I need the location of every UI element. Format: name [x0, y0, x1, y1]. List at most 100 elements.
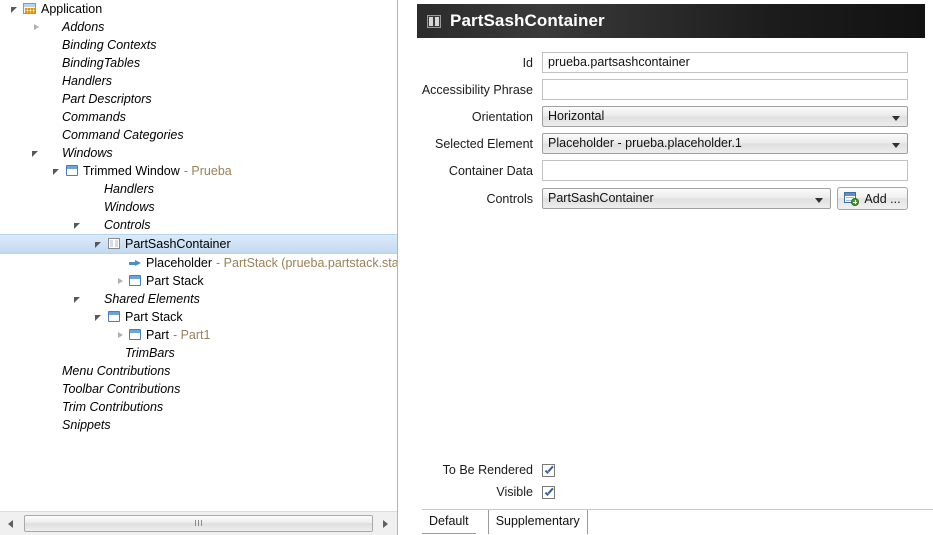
tree-item[interactable]: Part Stack [0, 308, 397, 326]
container-data-input[interactable] [542, 160, 908, 181]
tab-supplementary[interactable]: Supplementary [487, 510, 588, 534]
tab-label: Supplementary [495, 514, 580, 528]
tree-horizontal-scrollbar[interactable] [0, 511, 397, 535]
tree-icon-spacer [106, 344, 123, 362]
tree-item-label: BindingTables [62, 56, 141, 70]
tree-scroll-area[interactable]: Application Addons Binding Contexts Binding… [0, 0, 397, 510]
expand-arrow-icon[interactable] [72, 290, 85, 308]
controls-label: Controls [486, 191, 533, 206]
twist-spacer [30, 126, 43, 144]
twist-spacer [30, 416, 43, 434]
collapse-arrow-icon[interactable] [114, 272, 127, 290]
tree-item-label: TrimBars [125, 346, 175, 360]
add-button[interactable]: Add ... [837, 187, 908, 210]
tree-item[interactable]: Snippets [0, 416, 397, 434]
selected-element-label: Selected Element [435, 136, 533, 151]
add-button-label: Add ... [864, 191, 901, 206]
sash-container-icon [427, 14, 441, 28]
tree-item-label: Controls [104, 218, 151, 232]
tree-icon-spacer [43, 54, 60, 72]
tree-item-sublabel: - Part1 [172, 328, 211, 342]
scrollbar-thumb[interactable] [24, 515, 373, 532]
tree-item-label: Command Categories [62, 128, 184, 142]
tree-icon-spacer [43, 416, 60, 434]
controls-dropdown[interactable]: PartSashContainer [542, 188, 831, 209]
tree-item[interactable]: Command Categories [0, 126, 397, 144]
expand-arrow-icon[interactable] [30, 144, 43, 162]
tree-item-label: Trimmed Window [83, 164, 180, 178]
placeholder-arrow-icon [127, 254, 144, 272]
tree-item-label: Part Descriptors [62, 92, 152, 106]
visible-checkbox[interactable] [542, 485, 555, 499]
tree-item[interactable]: Application [0, 0, 397, 18]
tree-item[interactable]: Controls [0, 216, 397, 234]
tree-item-label: Handlers [62, 74, 113, 88]
tree-item[interactable]: Commands [0, 108, 397, 126]
app-root: Application Addons Binding Contexts Binding… [0, 0, 933, 535]
tree-icon-spacer [43, 18, 60, 36]
tree-icon-spacer [43, 398, 60, 416]
tab-default[interactable]: Default [422, 510, 476, 534]
tree-item[interactable]: Placeholder - PartStack (prueba.partstack… [0, 254, 397, 272]
twist-spacer [93, 344, 106, 362]
tree-item[interactable]: PartSashContainer [0, 234, 397, 254]
twist-spacer [30, 362, 43, 380]
tree-item[interactable]: Trim Contributions [0, 398, 397, 416]
tree-item[interactable]: BindingTables [0, 54, 397, 72]
scroll-left-arrow-icon[interactable] [0, 513, 22, 535]
twist-spacer [30, 380, 43, 398]
accessibility-phrase-input[interactable] [542, 79, 908, 100]
field-row-to-be-rendered: To Be Rendered [417, 463, 925, 477]
tree-item-label: Part Stack [146, 274, 204, 288]
tree-item[interactable]: Windows [0, 198, 397, 216]
id-input[interactable]: prueba.partsashcontainer [542, 52, 908, 73]
tree-icon-spacer [85, 216, 102, 234]
tree-item-label: Trim Contributions [62, 400, 164, 414]
container-data-label: Container Data [448, 163, 533, 178]
orientation-label: Orientation [471, 109, 533, 124]
tree-item[interactable]: Handlers [0, 72, 397, 90]
tree-item[interactable]: Shared Elements [0, 290, 397, 308]
tree-item[interactable]: Menu Contributions [0, 362, 397, 380]
orientation-dropdown[interactable]: Horizontal [542, 106, 908, 127]
tree-item[interactable]: Part - Part1 [0, 326, 397, 344]
tree-item[interactable]: Toolbar Contributions [0, 380, 397, 398]
collapse-arrow-icon[interactable] [30, 18, 43, 36]
expand-arrow-icon[interactable] [93, 235, 106, 253]
tree-item-label: Snippets [62, 418, 111, 432]
to-be-rendered-checkbox[interactable] [542, 463, 555, 477]
tree-icon-spacer [43, 144, 60, 162]
tree-icon-spacer [43, 362, 60, 380]
expand-arrow-icon[interactable] [72, 216, 85, 234]
tree-item[interactable]: Binding Contexts [0, 36, 397, 54]
twist-spacer [30, 398, 43, 416]
tree-item-label: Shared Elements [104, 292, 200, 306]
expand-arrow-icon[interactable] [9, 0, 22, 18]
scroll-right-arrow-icon[interactable] [375, 513, 397, 535]
part-stack-icon [127, 272, 144, 290]
expand-arrow-icon[interactable] [51, 162, 64, 180]
collapse-arrow-icon[interactable] [114, 326, 127, 344]
field-row-selected-element: Selected Element Placeholder - prueba.pl… [417, 133, 925, 154]
expand-arrow-icon[interactable] [93, 308, 106, 326]
id-label: Id [522, 55, 533, 70]
tree-item[interactable]: Trimmed Window - Prueba [0, 162, 397, 180]
tree-item[interactable]: TrimBars [0, 344, 397, 362]
twist-spacer [114, 254, 127, 272]
tree-item[interactable]: Part Stack [0, 272, 397, 290]
selected-element-dropdown[interactable]: Placeholder - prueba.placeholder.1 [542, 133, 908, 154]
tree-item[interactable]: Addons [0, 18, 397, 36]
tree-item[interactable]: Windows [0, 144, 397, 162]
tree-item[interactable]: Part Descriptors [0, 90, 397, 108]
tree-item[interactable]: Handlers [0, 180, 397, 198]
